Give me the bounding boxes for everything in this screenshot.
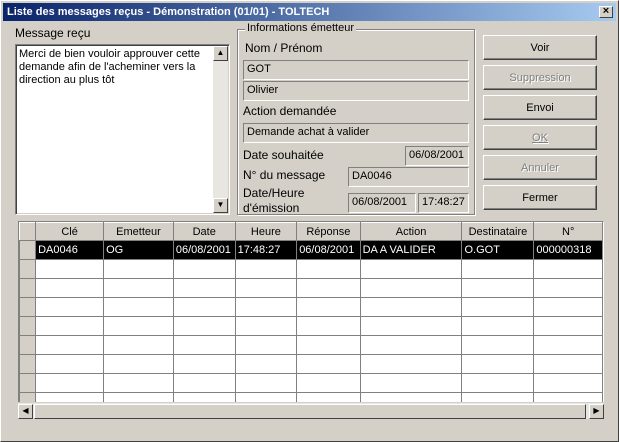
message-label: Message reçu — [15, 26, 91, 40]
cell-action: DA A VALIDER — [359, 240, 463, 260]
column-header-cle[interactable]: Clé — [35, 222, 105, 241]
sender-group-title: Informations émetteur — [245, 22, 356, 34]
row-header-corner — [19, 222, 37, 241]
messages-table: Clé Emetteur Date Heure Réponse Action D… — [19, 222, 603, 412]
envoi-button-label: Envoi — [526, 101, 554, 114]
message-textarea[interactable]: Merci de bien vouloir approuver cette de… — [15, 44, 230, 215]
grid-header-row: Clé Emetteur Date Heure Réponse Action D… — [19, 222, 603, 241]
emission-time-field[interactable]: 17:48:27 — [418, 193, 469, 213]
messages-grid[interactable]: Clé Emetteur Date Heure Réponse Action D… — [18, 221, 604, 419]
emission-label-line2: d'émission — [243, 201, 300, 215]
fermer-button[interactable]: Fermer — [483, 185, 597, 210]
table-row[interactable] — [19, 259, 603, 279]
message-text: Merci de bien vouloir approuver cette de… — [19, 48, 200, 86]
column-header-reponse[interactable]: Réponse — [296, 222, 361, 241]
row-header[interactable] — [19, 240, 37, 260]
scroll-thumb[interactable] — [34, 404, 586, 419]
message-number-field[interactable]: DA0046 — [348, 167, 469, 187]
cell-numero: 000000318 — [533, 240, 603, 260]
ok-button-label: OK — [532, 131, 548, 144]
suppression-button-label: Suppression — [509, 71, 571, 84]
column-header-emetteur[interactable]: Emetteur — [103, 222, 174, 241]
envoi-button[interactable]: Envoi — [483, 95, 597, 120]
table-row[interactable] — [19, 373, 603, 393]
close-icon: × — [602, 5, 610, 17]
emission-date-field[interactable]: 06/08/2001 — [348, 193, 416, 213]
suppression-button[interactable]: Suppression — [483, 65, 597, 90]
cell-heure: 17:48:27 — [234, 240, 298, 260]
column-header-action[interactable]: Action — [359, 222, 463, 241]
table-row[interactable] — [19, 335, 603, 355]
annuler-button[interactable]: Annuler — [483, 155, 597, 180]
table-row[interactable]: DA0046 OG 06/08/2001 17:48:27 06/08/2001… — [19, 240, 603, 260]
close-button[interactable]: × — [599, 6, 613, 18]
voir-button-label: Voir — [530, 41, 550, 54]
cell-emetteur: OG — [103, 240, 174, 260]
cell-cle: DA0046 — [35, 240, 105, 260]
ok-button[interactable]: OK — [483, 125, 597, 150]
title-bar[interactable]: Liste des messages reçus - Démonstration… — [3, 3, 616, 21]
scroll-down-icon[interactable]: ▼ — [213, 198, 228, 213]
last-name-field[interactable]: GOT — [243, 60, 469, 80]
fermer-button-label: Fermer — [522, 191, 558, 204]
column-header-heure[interactable]: Heure — [234, 222, 298, 241]
voir-button[interactable]: Voir — [483, 35, 597, 60]
table-row[interactable] — [19, 316, 603, 336]
action-field[interactable]: Demande achat à valider — [243, 123, 469, 143]
window-title: Liste des messages reçus - Démonstration… — [7, 6, 330, 18]
first-name-field[interactable]: Olivier — [243, 81, 469, 101]
action-label: Action demandée — [243, 104, 337, 118]
message-scrollbar[interactable]: ▲ ▼ — [213, 46, 228, 213]
table-row[interactable] — [19, 297, 603, 317]
date-field[interactable]: 06/08/2001 — [405, 146, 469, 166]
table-row[interactable] — [19, 354, 603, 374]
scroll-left-icon[interactable]: ◀ — [18, 404, 33, 419]
cell-reponse: 06/08/2001 — [296, 240, 361, 260]
cell-destinataire: O.GOT — [461, 240, 535, 260]
emission-label-line1: Date/Heure — [243, 186, 305, 200]
table-row[interactable] — [19, 278, 603, 298]
cell-date: 06/08/2001 — [172, 240, 236, 260]
annuler-button-label: Annuler — [521, 161, 559, 174]
scroll-right-icon[interactable]: ▶ — [589, 404, 604, 419]
column-header-destinataire[interactable]: Destinataire — [461, 222, 535, 241]
column-header-date[interactable]: Date — [172, 222, 236, 241]
grid-horizontal-scrollbar[interactable]: ◀ ▶ — [18, 402, 604, 419]
message-number-label: N° du message — [243, 168, 326, 182]
main-window: Liste des messages reçus - Démonstration… — [0, 0, 619, 442]
column-header-numero[interactable]: N° — [533, 222, 603, 241]
date-label: Date souhaitée — [243, 148, 324, 162]
scroll-up-icon[interactable]: ▲ — [213, 46, 228, 61]
name-label: Nom / Prénom — [245, 41, 323, 55]
